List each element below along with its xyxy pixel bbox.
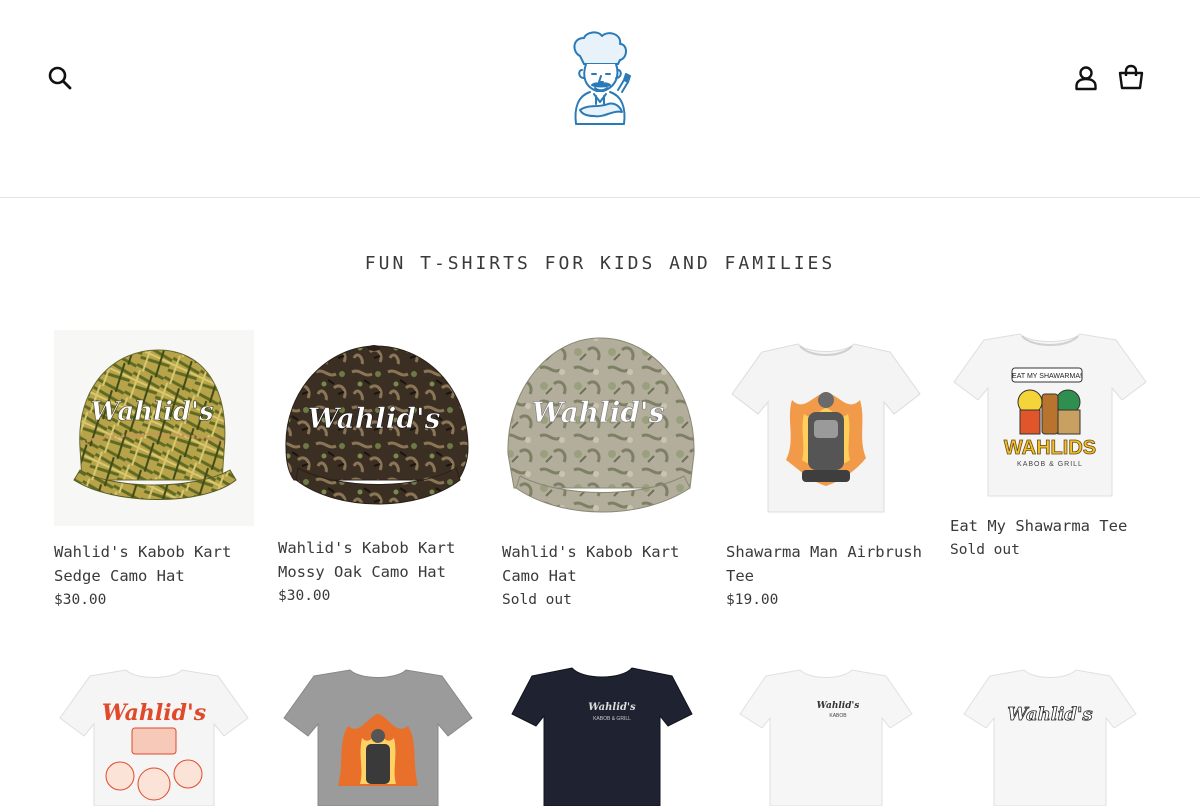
product-image-shawarma-man-airbrush-tee[interactable] (726, 330, 926, 526)
account-icon[interactable] (1072, 64, 1100, 92)
product-status-sold-out: Sold out (950, 542, 1020, 558)
product-status-sold-out: Sold out (502, 592, 572, 608)
product-image-tee-9[interactable]: Wahlid's KABOB (726, 666, 926, 806)
product-image-camo-hat[interactable]: Wahlid's (502, 330, 702, 526)
product-image-tee-6[interactable]: Wahlid's (54, 666, 254, 806)
product-image-sedge-camo-hat[interactable]: Wahlid's (54, 330, 254, 526)
hat-logo-text: Wahlid's (90, 397, 214, 427)
hat-logo-text: Wahlid's (308, 402, 441, 435)
search-icon[interactable] (46, 64, 74, 92)
product-price: $19.00 (726, 592, 779, 608)
product-name[interactable]: Wahlid's Kabob Kart Mossy Oak Camo Hat (278, 536, 455, 584)
tee-brand-text: Wahlid's (588, 702, 636, 713)
tee-brand-text: Wahlid's (817, 701, 860, 711)
speech-bubble-text: EAT MY SHAWARMA! (1012, 373, 1082, 380)
product-image-mossy-oak-camo-hat[interactable]: Wahlid's (278, 330, 478, 522)
product-image-tee-7[interactable] (278, 666, 478, 806)
tee-brand-text: WAHLIDS (1004, 437, 1096, 459)
chef-mascot-logo[interactable] (566, 30, 634, 128)
cart-icon[interactable] (1117, 64, 1145, 92)
tee-sub-text: KABOB (829, 713, 847, 719)
product-image-tee-8[interactable]: Wahlid's KABOB & GRILL (502, 666, 702, 806)
tee-sub-text: KABOB & GRILL (593, 716, 631, 722)
product-image-eat-my-shawarma-tee[interactable]: EAT MY SHAWARMA! WAHLIDS KABOB & GRILL (950, 330, 1150, 506)
site-header (0, 0, 1200, 198)
product-name[interactable]: Wahlid's Kabob Kart Camo Hat (502, 540, 679, 588)
product-image-tee-10[interactable]: Wahlid's (950, 666, 1150, 806)
product-name[interactable]: Wahlid's Kabob Kart Sedge Camo Hat (54, 540, 231, 588)
product-price: $30.00 (54, 592, 107, 608)
hat-logo-text: Wahlid's (532, 396, 665, 429)
product-price: $30.00 (278, 588, 331, 604)
product-name[interactable]: Shawarma Man Airbrush Tee (726, 540, 922, 588)
product-name[interactable]: Eat My Shawarma Tee (950, 514, 1127, 538)
tee-brand-text: Wahlid's (1007, 704, 1092, 725)
tee-sub-text: KABOB & GRILL (1017, 461, 1083, 468)
tee-brand-text: Wahlid's (102, 700, 206, 726)
collection-title: FUN T-SHIRTS FOR KIDS AND FAMILIES (364, 253, 836, 274)
